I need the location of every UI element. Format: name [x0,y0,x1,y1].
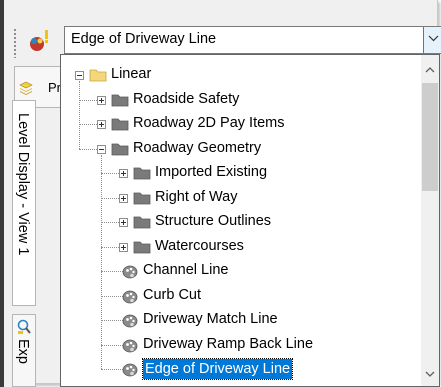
tree-item-label: Roadway Geometry [133,139,262,156]
folder-icon [133,216,151,229]
combo-dropdown-button[interactable] [423,27,441,53]
active-level-icon[interactable] [26,24,56,54]
tree-item-imported-existing[interactable]: Imported Existing [61,161,421,185]
folder-icon [111,143,129,155]
tree-item-channel-line[interactable]: Channel Line [61,259,421,283]
tree-item-label: Imported Existing [155,164,268,180]
expand-icon[interactable] [119,242,128,252]
toolbar-grip[interactable] [13,28,17,58]
expand-icon[interactable] [119,193,128,203]
tree-item-right-of-way[interactable]: Right of Way [61,186,421,210]
tree-item-label: Watercourses [155,237,244,254]
toolbar-row: Edge of Driveway Line [4,0,441,60]
tree-connector [101,222,119,223]
tree-item-label: Roadway 2D Pay Items [133,115,285,131]
tree-item-structure-outlines[interactable]: Structure Outlines [61,210,421,234]
tree-guide-line [79,81,80,149]
tree-item-label: Channel Line [143,262,229,278]
tree-connector [101,246,119,248]
tab-explorer-label: Exp [15,339,31,364]
tree-item-driveway-match-line[interactable]: Driveway Match Line [61,308,421,332]
tree-guide-line [101,154,102,369]
level-dropdown-list[interactable]: Linear Roadside Safety Roadway 2D Pay Item… [60,54,440,387]
scroll-thumb[interactable] [422,83,438,191]
expand-icon[interactable] [97,120,106,129]
tree-item-linear[interactable]: Linear [61,63,421,87]
tree-item-label: Linear [111,66,152,82]
level-icon [122,363,138,377]
tree-item-label: Edge of Driveway Line [141,358,294,380]
tree-item-driveway-ramp-back-line[interactable]: Driveway Ramp Back Line [61,333,421,357]
tree-connector [101,197,119,199]
tree-item-label: Roadside Safety [133,90,240,107]
scroll-down-icon[interactable] [425,371,435,377]
folder-icon [111,118,129,131]
folder-open-icon [89,69,107,82]
tree-connector [79,148,97,150]
vertical-scrollbar[interactable] [421,55,439,386]
tree-item-label: Driveway Ramp Back Line [143,335,314,352]
tab-explorer[interactable]: Exp [12,314,36,387]
tree-item-curb-cut[interactable]: Curb Cut [61,284,421,308]
tree-item-watercourses[interactable]: Watercourses [61,235,421,259]
tree-item-roadway-2d-pay-items[interactable]: Roadway 2D Pay Items [61,112,421,136]
tree-item-roadside-safety[interactable]: Roadside Safety [61,88,421,112]
layers-icon [19,81,33,95]
tab-level-display-label: Level Display - View 1 [15,113,31,256]
tree-connector [79,124,97,125]
scroll-up-icon[interactable] [425,67,435,73]
level-icon [122,314,138,328]
tree-item-label: Driveway Match Line [143,311,278,327]
tree-item-label: Right of Way [155,188,238,205]
combo-selected-value: Edge of Driveway Line [71,31,217,47]
level-icon [122,339,138,352]
tree-item-label: Curb Cut [143,286,202,303]
folder-icon [111,94,129,106]
collapse-icon[interactable] [75,71,84,80]
chevron-down-icon [428,35,439,42]
tab-level-display[interactable]: Level Display - View 1 [12,100,36,306]
expand-icon[interactable] [97,95,106,105]
folder-icon [133,192,151,204]
tree-item-edge-of-driveway-line[interactable]: Edge of Driveway Line [61,357,421,381]
expand-icon[interactable] [119,169,128,178]
explorer-icon [17,319,31,334]
expand-icon[interactable] [119,218,128,227]
collapse-icon[interactable] [97,144,106,154]
level-icon [122,290,138,303]
folder-icon [133,167,151,180]
tree-item-roadway-geometry[interactable]: Roadway Geometry [61,137,421,161]
tree-connector [101,173,119,174]
level-combobox[interactable]: Edge of Driveway Line [64,26,441,54]
folder-icon [133,241,151,253]
level-icon [122,265,138,279]
tree-item-label: Structure Outlines [155,213,272,229]
tree-connector [79,99,97,101]
